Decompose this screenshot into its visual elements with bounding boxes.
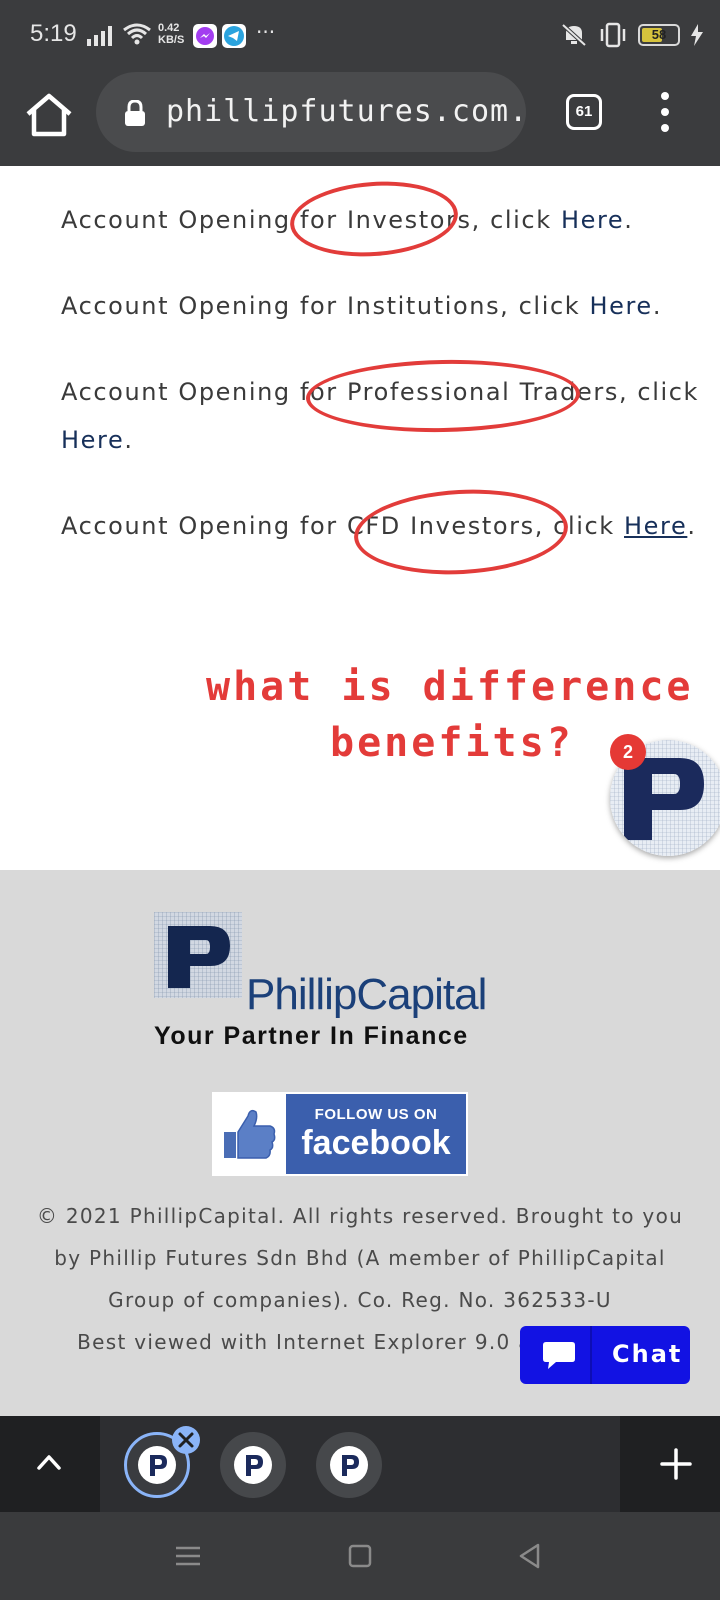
copyright-line-3: Group of companies). Co. Reg. No. 362533…: [108, 1288, 612, 1312]
status-time: 5:19: [30, 20, 77, 47]
line-period: .: [687, 512, 697, 540]
chat-divider: [590, 1326, 592, 1384]
close-icon: [178, 1432, 194, 1448]
more-notifications-indicator: ···: [256, 20, 276, 44]
bell-mute-icon: [561, 23, 587, 47]
browser-toolbar: phillipfutures.com.my/g 61: [0, 70, 720, 166]
close-tab-button[interactable]: [172, 1426, 200, 1454]
phone-screen: { "status_bar": { "time": "5:19", "net_s…: [0, 0, 720, 1600]
page-content: Account Opening for Investors, click Her…: [0, 166, 720, 870]
messenger-icon: [193, 24, 217, 48]
account-line-institutions: Account Opening for Institutions, click …: [61, 292, 662, 320]
line-period: .: [624, 206, 634, 234]
tab-favicon: [330, 1446, 368, 1484]
notification-badge: 2: [610, 734, 646, 770]
menu-dot: [661, 124, 669, 132]
chat-label: Chat: [612, 1340, 683, 1368]
annotation-circle-cfd-investors: [351, 484, 571, 580]
line-period: .: [652, 292, 663, 320]
chevron-up-icon[interactable]: [36, 1452, 62, 1472]
menu-dot: [661, 92, 669, 100]
tab-strip-left: [0, 1416, 100, 1512]
account-line-text: Account Opening for Institutions, click: [61, 292, 590, 320]
brand-tagline: Your Partner In Finance: [154, 1022, 469, 1050]
net-speed-unit: KB/S: [158, 34, 185, 46]
status-bar: 5:19 0.42 KB/S ··· 58: [0, 0, 720, 70]
system-nav-bar: [0, 1512, 720, 1600]
here-link-institutions[interactable]: Here: [589, 292, 652, 320]
vibrate-icon: [600, 22, 626, 48]
facebook-wordmark: facebook: [301, 1124, 451, 1162]
url-text: phillipfutures.com.my/g: [166, 94, 526, 129]
charging-bolt-icon: [691, 24, 703, 46]
cell-signal-icon: [87, 26, 112, 46]
line-period: .: [124, 426, 134, 454]
account-line-professional-traders-cont: Here.: [61, 426, 134, 454]
thumbs-up-icon: [214, 1094, 286, 1174]
status-right-group: 58: [560, 22, 704, 48]
tab-favicon: [138, 1446, 176, 1484]
browser-tab-strip: [0, 1416, 720, 1512]
menu-dot: [661, 108, 669, 116]
chat-bubble-icon: [543, 1342, 575, 1369]
address-bar[interactable]: phillipfutures.com.my/g: [96, 72, 526, 152]
tab-switcher-button[interactable]: 61: [566, 94, 602, 130]
home-square-icon[interactable]: [344, 1540, 376, 1572]
facebook-follow-button[interactable]: FOLLOW US ON facebook: [212, 1092, 468, 1176]
tab-strip-right: [620, 1416, 720, 1512]
wifi-icon: [123, 23, 151, 45]
tab-favicon: [234, 1446, 272, 1484]
brand-name: PhillipCapital: [246, 970, 487, 1019]
battery-indicator: 58: [638, 24, 680, 46]
lock-icon: [125, 100, 145, 126]
net-speed-value: 0.42: [158, 22, 180, 34]
overflow-menu-button[interactable]: [650, 90, 680, 134]
annotation-question-line2: benefits?: [330, 720, 574, 766]
facebook-follow-text: FOLLOW US ON: [314, 1106, 438, 1123]
chat-button[interactable]: Chat: [520, 1326, 690, 1384]
annotation-circle-investors: [287, 176, 461, 262]
annotation-question-line1: what is difference &: [206, 664, 720, 710]
net-speed: 0.42 KB/S: [158, 22, 184, 46]
menu-lines-icon[interactable]: [172, 1540, 204, 1572]
here-link-cfd-investors[interactable]: Here: [624, 512, 687, 540]
new-tab-plus-icon[interactable]: [656, 1444, 696, 1484]
tab-thumbnail[interactable]: [220, 1432, 286, 1498]
tab-thumbnail[interactable]: [316, 1432, 382, 1498]
phillipcapital-logo: PhillipCapital Your Partner In Finance: [154, 912, 528, 1054]
page-footer: PhillipCapital Your Partner In Finance F…: [0, 870, 720, 1416]
phillip-logo-mark: [154, 912, 242, 998]
copyright-line-2: by Phillip Futures Sdn Bhd (A member of …: [54, 1246, 666, 1270]
back-triangle-icon[interactable]: [514, 1540, 546, 1572]
facebook-banner: FOLLOW US ON facebook: [286, 1094, 466, 1174]
home-button[interactable]: [22, 88, 76, 142]
here-link-investors[interactable]: Here: [561, 206, 624, 234]
annotation-circle-professional-traders: [305, 357, 581, 435]
battery-level: 58: [651, 27, 667, 42]
copyright-line-1: © 2021 PhillipCapital. All rights reserv…: [36, 1204, 684, 1228]
url-main: phillipfutures.com.my/: [166, 94, 526, 129]
here-link-professional-traders[interactable]: Here: [61, 426, 124, 454]
telegram-icon: [222, 24, 246, 48]
